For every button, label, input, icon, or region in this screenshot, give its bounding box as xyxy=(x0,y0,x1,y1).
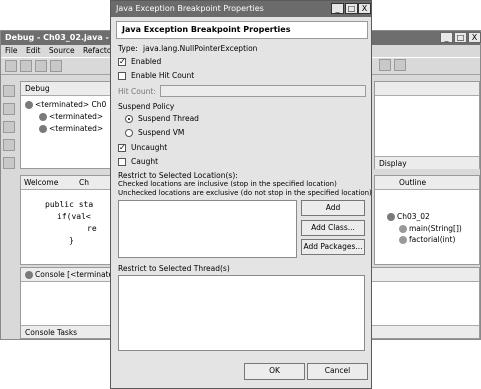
resource-icon[interactable] xyxy=(3,85,15,97)
dialog-header: Java Exception Breakpoint Properties xyxy=(116,21,368,39)
enabled-label: Enabled xyxy=(131,57,162,66)
save-icon[interactable] xyxy=(20,60,32,72)
terminated-process-icon xyxy=(39,113,47,121)
editor-area: Welcome Ch public sta if(val< re } xyxy=(20,175,115,265)
add-packages-button[interactable]: Add Packages... xyxy=(301,239,365,255)
shortcut-bar xyxy=(3,83,17,193)
caught-label: Caught xyxy=(131,157,159,166)
checked-locations-note: Checked locations are inclusive (stop in… xyxy=(118,180,337,188)
outline-view: Outline Ch03_02 main(String[]) factorial… xyxy=(374,175,480,265)
outline-tab[interactable]: Outline xyxy=(375,176,479,190)
menu-edit[interactable]: Edit xyxy=(26,46,41,55)
add-class-button[interactable]: Add Class... xyxy=(301,220,365,236)
close-button[interactable]: X xyxy=(468,32,481,43)
type-label: Type: xyxy=(118,44,138,53)
class-icon xyxy=(387,213,395,221)
debug-perspective-icon[interactable] xyxy=(394,59,406,71)
dialog-maximize-button[interactable]: □ xyxy=(345,3,358,14)
method-icon xyxy=(399,236,407,244)
uncaught-label: Uncaught xyxy=(131,143,168,152)
suspend-policy-label: Suspend Policy xyxy=(118,102,175,111)
code-line[interactable]: } xyxy=(69,236,74,245)
enable-hit-count-label: Enable Hit Count xyxy=(131,71,195,80)
uncaught-checkbox[interactable]: ✓ xyxy=(118,144,126,152)
console-icon xyxy=(25,271,33,279)
plugin-icon[interactable] xyxy=(3,157,15,169)
code-line[interactable]: re xyxy=(87,224,97,233)
outline-class[interactable]: Ch03_02 xyxy=(397,212,430,221)
code-line[interactable]: public sta xyxy=(45,200,93,209)
print-icon[interactable] xyxy=(35,60,47,72)
debug-item[interactable]: <terminated> xyxy=(49,112,103,121)
locations-list[interactable] xyxy=(118,200,297,258)
debug-view-tab[interactable]: Debug xyxy=(21,82,114,96)
menu-file[interactable]: File xyxy=(5,46,18,55)
code-line[interactable]: if(val< xyxy=(57,212,91,221)
right-toolbar xyxy=(379,59,479,73)
display-tab[interactable]: Display xyxy=(375,156,479,169)
cancel-button[interactable]: Cancel xyxy=(307,363,368,380)
restrict-locations-label: Restrict to Selected Location(s): xyxy=(118,171,238,180)
java-icon[interactable] xyxy=(3,103,15,115)
hit-count-field[interactable] xyxy=(160,85,366,97)
perspective-icon[interactable] xyxy=(379,59,391,71)
add-button[interactable]: Add xyxy=(301,200,365,216)
exception-breakpoint-dialog: Java Exception Breakpoint Properties _ □… xyxy=(110,0,372,389)
suspend-vm-label: Suspend VM xyxy=(138,128,185,137)
tab-ch03[interactable]: Ch xyxy=(79,178,89,187)
threads-list[interactable] xyxy=(118,275,365,351)
team-icon[interactable] xyxy=(3,139,15,151)
tab-tasks[interactable]: Tasks xyxy=(57,328,77,337)
debug-view: Debug <terminated> Ch0 <terminated> <ter… xyxy=(20,81,115,169)
suspend-vm-radio[interactable] xyxy=(125,129,133,137)
variables-toolbar xyxy=(375,82,479,96)
enable-hit-count-checkbox[interactable] xyxy=(118,72,126,80)
ok-button[interactable]: OK xyxy=(244,363,305,380)
dialog-minimize-button[interactable]: _ xyxy=(331,3,344,14)
run-icon[interactable] xyxy=(50,60,62,72)
unchecked-locations-note: Unchecked locations are exclusive (do no… xyxy=(118,189,372,197)
console-title: Console [<terminate xyxy=(35,270,114,279)
terminated-thread-icon xyxy=(39,125,47,133)
method-icon xyxy=(399,225,407,233)
caught-checkbox[interactable] xyxy=(118,158,126,166)
terminated-launch-icon xyxy=(25,101,33,109)
minimize-button[interactable]: _ xyxy=(440,32,453,43)
suspend-thread-label: Suspend Thread xyxy=(138,114,199,123)
hit-count-label: Hit Count: xyxy=(118,87,156,96)
dialog-close-button[interactable]: X xyxy=(358,3,371,14)
type-value: java.lang.NullPointerException xyxy=(143,44,258,53)
tab-welcome[interactable]: Welcome xyxy=(24,178,58,187)
variables-view: Display xyxy=(374,81,480,169)
tab-console[interactable]: Console xyxy=(25,328,55,337)
restrict-threads-label: Restrict to Selected Thread(s) xyxy=(118,264,230,273)
outline-method[interactable]: main(String[]) xyxy=(409,224,462,233)
enabled-checkbox[interactable]: ✓ xyxy=(118,58,126,66)
debug-item[interactable]: <terminated> Ch0 xyxy=(35,100,106,109)
debug-item[interactable]: <terminated> xyxy=(49,124,103,133)
outline-method[interactable]: factorial(int) xyxy=(409,235,455,244)
maximize-button[interactable]: □ xyxy=(454,32,467,43)
menu-source[interactable]: Source xyxy=(49,46,75,55)
new-icon[interactable] xyxy=(5,60,17,72)
suspend-thread-radio[interactable] xyxy=(125,115,133,123)
debug-icon[interactable] xyxy=(3,121,15,133)
